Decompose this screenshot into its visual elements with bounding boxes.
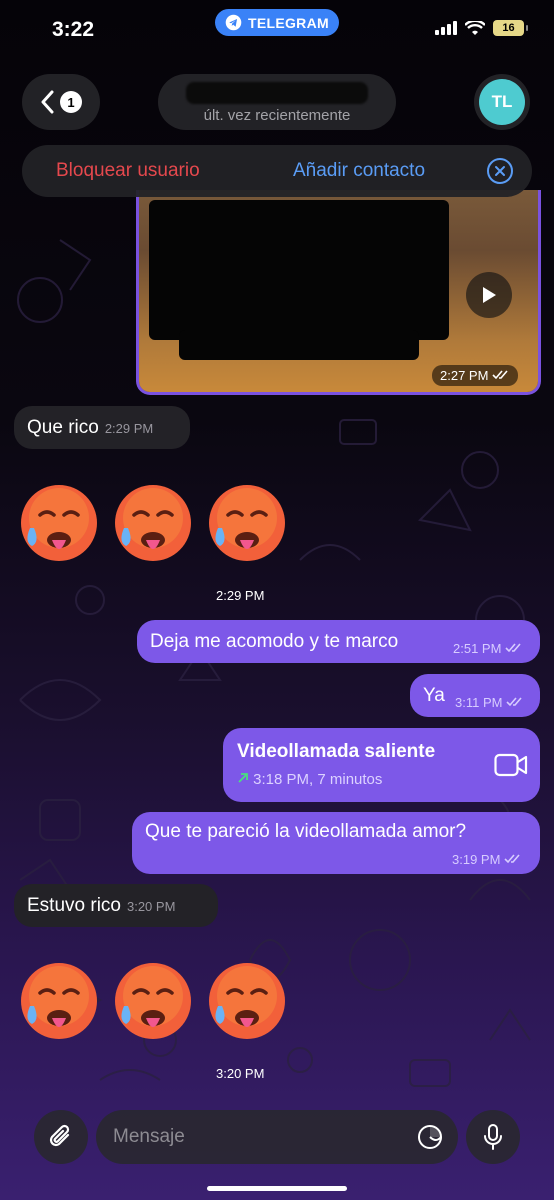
call-title: Videollamada saliente bbox=[237, 741, 436, 762]
outgoing-message[interactable]: Ya 3:11 PM bbox=[410, 674, 540, 717]
message-time: 2:29 PM bbox=[104, 421, 154, 436]
message-text: Ya bbox=[423, 685, 445, 706]
video-message[interactable]: 2:27 PM bbox=[136, 190, 541, 395]
redacted-contact-name bbox=[186, 82, 368, 104]
video-camera-icon[interactable] bbox=[494, 752, 528, 778]
block-user-button[interactable]: Bloquear usuario bbox=[56, 160, 200, 182]
status-bar: 3:22 TELEGRAM 16 bbox=[0, 0, 554, 60]
home-indicator bbox=[207, 1186, 347, 1191]
video-call-message[interactable]: Videollamada saliente 3:18 PM, 7 minutos bbox=[223, 728, 540, 802]
message-text: Deja me acomodo y te marco bbox=[150, 631, 399, 652]
message-placeholder: Mensaje bbox=[113, 1126, 185, 1147]
close-icon bbox=[495, 166, 505, 176]
double-check-icon bbox=[506, 697, 522, 707]
message-time: 3:11 PM bbox=[455, 695, 524, 710]
message-text: Que rico bbox=[27, 417, 99, 438]
sticker-icon[interactable] bbox=[416, 1123, 444, 1151]
back-button[interactable]: 1 bbox=[22, 74, 100, 130]
emoji-message[interactable] bbox=[18, 960, 288, 1042]
double-check-icon bbox=[492, 370, 508, 380]
contact-avatar[interactable]: TL bbox=[474, 74, 530, 130]
outgoing-message[interactable]: Que te pareció la videollamada amor? 3:1… bbox=[132, 812, 540, 874]
microphone-icon bbox=[484, 1124, 502, 1150]
clock: 3:22 bbox=[52, 18, 95, 41]
avatar-initials: TL bbox=[479, 79, 525, 125]
unread-count-badge: 1 bbox=[60, 91, 82, 113]
message-input[interactable]: Mensaje bbox=[96, 1110, 458, 1164]
emoji-time: 3:20 PM bbox=[216, 1066, 265, 1081]
call-details: 3:18 PM, 7 minutos bbox=[237, 771, 382, 788]
hot-face-emoji bbox=[115, 485, 191, 561]
contact-title[interactable]: últ. vez recientemente bbox=[158, 74, 396, 130]
chevron-left-icon bbox=[41, 90, 54, 114]
redaction-block bbox=[179, 330, 419, 360]
hot-face-emoji bbox=[209, 485, 285, 561]
telegram-icon bbox=[225, 14, 242, 31]
emoji-time: 2:29 PM bbox=[216, 588, 265, 603]
message-time: 3:19 PM bbox=[452, 852, 522, 867]
outgoing-arrow-icon bbox=[238, 773, 248, 783]
hot-face-emoji bbox=[21, 963, 97, 1039]
battery-indicator: 16 bbox=[493, 20, 528, 36]
status-icons: 16 bbox=[435, 20, 528, 36]
hot-face-emoji bbox=[115, 963, 191, 1039]
hot-face-emoji bbox=[209, 963, 285, 1039]
message-time: 3:20 PM bbox=[126, 899, 176, 914]
incoming-message[interactable]: Que rico 2:29 PM bbox=[14, 406, 190, 449]
message-time: 2:51 PM bbox=[453, 641, 523, 656]
telegram-pill-label: TELEGRAM bbox=[248, 14, 329, 31]
add-contact-button[interactable]: Añadir contacto bbox=[293, 160, 425, 182]
wifi-icon bbox=[465, 20, 485, 35]
message-composer: Mensaje bbox=[0, 1100, 554, 1200]
outgoing-message[interactable]: Deja me acomodo y te marco 2:51 PM bbox=[137, 620, 540, 663]
video-timestamp: 2:27 PM bbox=[432, 365, 519, 386]
paperclip-icon bbox=[49, 1124, 70, 1147]
play-button[interactable] bbox=[466, 272, 512, 318]
signal-icon bbox=[435, 21, 457, 35]
microphone-button[interactable] bbox=[466, 1110, 520, 1164]
emoji-message[interactable] bbox=[18, 482, 288, 564]
close-banner-button[interactable] bbox=[487, 158, 513, 184]
telegram-pill[interactable]: TELEGRAM bbox=[215, 9, 339, 36]
redaction-block bbox=[149, 200, 449, 340]
double-check-icon bbox=[504, 854, 520, 864]
message-text: Estuvo rico bbox=[27, 895, 121, 916]
attach-button[interactable] bbox=[34, 1110, 88, 1164]
last-seen-status: últ. vez recientemente bbox=[203, 107, 351, 124]
hot-face-emoji bbox=[21, 485, 97, 561]
play-icon bbox=[483, 287, 496, 303]
double-check-icon bbox=[505, 643, 521, 653]
unknown-contact-banner: Bloquear usuario Añadir contacto bbox=[22, 145, 532, 197]
incoming-message[interactable]: Estuvo rico 3:20 PM bbox=[14, 884, 218, 927]
message-text: Que te pareció la videollamada amor? bbox=[145, 821, 467, 842]
